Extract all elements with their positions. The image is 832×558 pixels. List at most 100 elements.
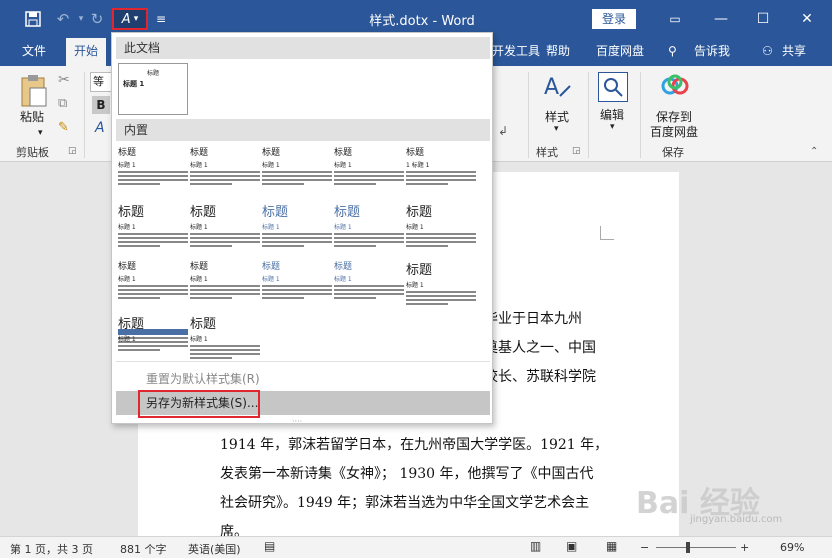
thumb-subtitle: 标题 1 [118,276,136,283]
print-layout-icon[interactable]: ▣ [566,539,577,553]
edit-dropdown-icon[interactable]: ▾ [610,122,615,132]
read-mode-icon[interactable]: ▥ [530,539,541,553]
thumb-subtitle: 标题 1 [118,162,136,169]
collapse-ribbon-icon[interactable]: ⌃ [810,146,818,157]
thumb-subtitle: 标题 1 [190,162,208,169]
bold-button[interactable]: B [92,96,110,114]
style-thumbnail[interactable]: 标题 标题 1 [190,313,260,365]
tab-home[interactable]: 开始 [66,38,107,66]
zoom-level[interactable]: 69% [780,541,804,554]
reset-style-set-item[interactable]: 重置为默认样式集(R) [116,367,490,391]
paste-icon[interactable] [20,74,48,108]
styles-dropdown-icon[interactable]: ▾ [554,124,559,134]
thumb-title: 标题 [262,205,289,220]
clipboard-launcher-icon[interactable]: ◲ [68,146,77,156]
style-thumbnail[interactable]: 标题 标题 1 [262,145,332,197]
thumb-title: 标题 [118,148,137,158]
baidu-cloud-label[interactable]: 百度网盘 [650,123,698,140]
thumb-title: 标题 [406,205,433,220]
doc-line: 校长、苏联科学院 [484,369,596,385]
minimize-icon[interactable]: — [706,8,736,30]
word-count[interactable]: 881 个字 [120,541,167,557]
zoom-slider[interactable] [656,547,736,548]
tab-file[interactable]: 文件 [22,42,46,60]
styles-icon[interactable]: A [542,72,572,102]
paste-label[interactable]: 粘贴 [20,108,44,125]
copy-icon[interactable]: ⧉ [58,96,67,111]
thumb-subtitle: 标题 1 [123,80,145,88]
thumb-subtitle: 1 标题 1 [406,162,430,169]
maximize-icon[interactable]: ☐ [748,8,778,30]
tell-me[interactable]: 告诉我 [694,42,730,60]
separator [84,72,85,158]
thumb-subtitle: 标题 1 [190,336,208,343]
thumb-subtitle: 标题 1 [334,224,352,231]
tab-help[interactable]: 帮助 [546,42,570,60]
thumb-text-lines [118,285,188,299]
page-count[interactable]: 第 1 页，共 3 页 [10,541,93,557]
proofing-icon[interactable]: ▤ [264,539,275,553]
text-effects-icon[interactable]: A [95,120,105,136]
cut-icon[interactable]: ✂ [58,72,70,88]
styles-group-label: 样式 [536,146,558,159]
this-document-header: 此文档 [116,37,490,59]
style-thumbnail[interactable]: 标题 标题 1 [334,145,404,197]
save-icon[interactable] [22,8,44,30]
ribbon-display-icon[interactable]: ▭ [660,8,690,30]
thumb-title: 标题 [262,148,281,158]
style-thumbnail-current[interactable]: 标题 标题 1 [118,63,188,115]
doc-line: 发表第一本新诗集《女神》； 1930 年，他撰写了《中国古代 [220,466,594,482]
styles-label[interactable]: 样式 [545,108,569,125]
style-thumbnail[interactable]: 标题 标题 1 [190,259,260,311]
share-button[interactable]: 共享 [782,42,806,60]
style-thumbnail[interactable]: 标题 标题 1 [334,201,404,253]
redo-icon[interactable]: ↻ [86,8,108,30]
style-thumbnail[interactable]: 标题 标题 1 [190,201,260,253]
thumb-text-lines [262,233,332,247]
status-bar: 第 1 页，共 3 页 881 个字 英语(美国) ▤ ▥ ▣ ▦ − + 69… [0,536,832,558]
style-thumbnail[interactable]: 标题 1 标题 1 [406,145,476,197]
doc-line: 1914 年，郭沫若留学日本，在九州帝国大学学医。1921 年， [220,437,609,453]
web-layout-icon[interactable]: ▦ [606,539,617,553]
thumb-title: 标题 [190,148,209,158]
thumb-text-lines [190,285,260,299]
save-group-label: 保存 [662,146,684,159]
style-thumbnail[interactable]: 标题标题 1 [118,145,188,197]
thumb-subtitle: 标题 1 [118,224,136,231]
style-thumbnail[interactable]: 标题 标题 1 [262,259,332,311]
search-icon[interactable] [598,72,628,102]
style-thumbnail[interactable]: 标题 标题 1 [406,259,476,311]
thumb-title: 标题 [262,262,281,272]
thumb-title: 标题 [190,262,209,272]
thumb-title: 标题 [334,148,353,158]
style-thumbnail[interactable]: 标题标题 1 [118,201,188,253]
login-button[interactable]: 登录 [592,9,636,29]
style-thumbnail[interactable]: 标题标题 1 [406,201,476,253]
zoom-out-icon[interactable]: − [640,541,649,554]
style-thumbnail[interactable]: 标题标题 1 [190,145,260,197]
separator [588,72,589,158]
language[interactable]: 英语(美国) [188,541,241,557]
style-thumbnail[interactable]: 标题 标题 1 [262,201,332,253]
baidu-cloud-icon[interactable] [660,74,690,100]
customize-toolbar-icon[interactable]: ≡ [150,8,172,30]
paste-dropdown-icon[interactable]: ▾ [38,128,43,138]
style-thumbnail[interactable]: 标题 标题 1 [334,259,404,311]
thumb-text-lines [406,291,476,305]
thumb-title: 标题 [118,205,145,220]
tab-developer[interactable]: 开发工具 [492,42,540,60]
edit-label[interactable]: 编辑 [600,106,624,123]
style-set-button[interactable]: A ▾ [112,8,148,30]
format-painter-icon[interactable]: ✎ [58,120,69,135]
style-thumbnail[interactable]: 标题 标题 1 [118,313,188,365]
zoom-in-icon[interactable]: + [740,541,749,554]
doc-line: 社会研究》。1949 年；郭沫若当选为中华全国文学艺术会主 [220,495,590,511]
resize-grip-icon[interactable]: ···· [292,417,302,426]
zoom-slider-thumb[interactable] [686,542,690,553]
style-thumbnail[interactable]: 标题 标题 1 [118,259,188,311]
paragraph-mark-icon[interactable]: ↲ [498,124,508,138]
styles-launcher-icon[interactable]: ◲ [572,146,581,156]
close-icon[interactable]: ✕ [792,8,822,30]
tab-baidu[interactable]: 百度网盘 [596,42,644,60]
thumb-subtitle: 标题 1 [406,224,424,231]
